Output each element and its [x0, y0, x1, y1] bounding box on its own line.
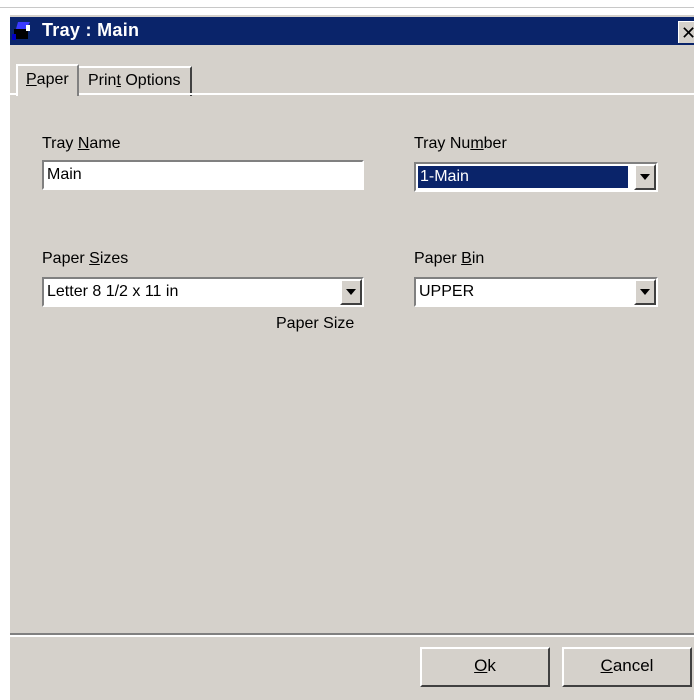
paper-bin-label-rest: in: [471, 250, 485, 267]
tray-dialog: Tray : Main ✕ Paper Print Options Tray N…: [8, 15, 694, 700]
ok-button[interactable]: Ok: [420, 647, 550, 687]
tab-strip: Paper Print Options: [10, 51, 694, 96]
paper-bin-select[interactable]: UPPER: [414, 277, 658, 307]
paper-sizes-label-rest: izes: [99, 250, 129, 267]
close-icon: ✕: [680, 23, 694, 43]
title-bar[interactable]: Tray : Main ✕: [10, 17, 694, 45]
paper-bin-label-accel: B: [461, 250, 472, 267]
top-border-line: [0, 7, 694, 8]
tray-name-label-rest: ame: [89, 135, 121, 152]
window-title: Tray : Main: [42, 20, 140, 40]
tray-name-label: Tray Name: [42, 135, 121, 153]
paper-sizes-label-accel: S: [89, 250, 100, 267]
ok-label: k: [487, 656, 496, 675]
tray-number-label: Tray Number: [414, 135, 507, 153]
paper-size-caption: Paper Size: [276, 315, 355, 332]
paper-sizes-label: Paper Sizes: [42, 250, 128, 268]
paper-sizes-label-pre: Paper: [42, 250, 90, 267]
tray-name-value: Main: [47, 166, 82, 183]
ok-accel: O: [474, 656, 488, 675]
printer-tray-icon: [12, 20, 36, 42]
tray-name-label-accel: N: [77, 135, 90, 152]
cancel-accel: C: [600, 656, 613, 675]
tab-print-options[interactable]: Print Options: [78, 66, 192, 96]
tab-print-label-pre: Prin: [88, 72, 117, 89]
tray-name-label-pre: Tray: [42, 135, 78, 152]
tray-number-dropdown-button[interactable]: [634, 164, 656, 190]
paper-bin-label: Paper Bin: [414, 250, 484, 268]
tab-paper[interactable]: Paper: [16, 64, 79, 96]
tray-name-field[interactable]: Main: [42, 160, 364, 190]
paper-bin-dropdown-button[interactable]: [634, 279, 656, 305]
tray-number-value: 1-Main: [418, 166, 628, 188]
paper-sizes-select[interactable]: Letter 8 1/2 x 11 in: [42, 277, 364, 307]
cancel-label: ancel: [612, 656, 654, 675]
cancel-button[interactable]: Cancel: [562, 647, 692, 687]
tab-paper-label: aper: [36, 71, 69, 88]
close-button[interactable]: ✕: [678, 21, 694, 43]
tab-print-label-rest: Options: [120, 72, 181, 89]
tray-number-label-pre: Tray Nu: [414, 135, 471, 152]
tab-paper-accel: P: [26, 71, 37, 88]
tray-number-select[interactable]: 1-Main: [414, 162, 658, 192]
tray-number-label-rest: ber: [483, 135, 507, 152]
dropdown-arrow-icon: [346, 289, 356, 295]
tray-number-label-accel: m: [470, 135, 484, 152]
dropdown-arrow-icon: [640, 289, 650, 295]
dropdown-arrow-icon: [640, 174, 650, 180]
paper-sizes-dropdown-button[interactable]: [340, 279, 362, 305]
paper-bin-value: UPPER: [419, 283, 475, 300]
paper-bin-label-pre: Paper: [414, 250, 462, 267]
tab-panel-border: [10, 93, 694, 95]
paper-sizes-value: Letter 8 1/2 x 11 in: [47, 283, 179, 300]
button-area-divider-highlight: [10, 635, 694, 637]
